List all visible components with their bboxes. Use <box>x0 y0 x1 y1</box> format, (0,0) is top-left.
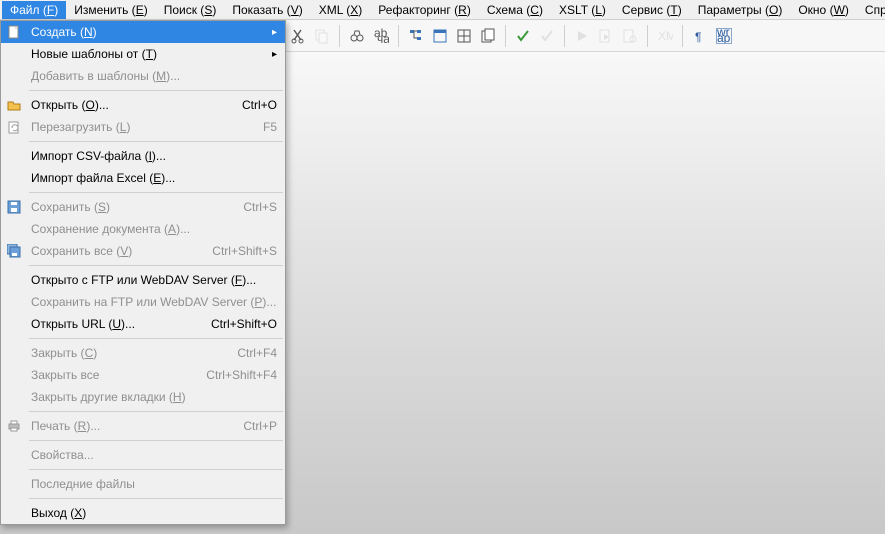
svg-text:¶: ¶ <box>695 30 701 44</box>
menu-accel: F <box>47 3 54 17</box>
tree-icon[interactable] <box>405 25 427 47</box>
menu-label: Сервис <box>622 3 663 17</box>
menu-сервис[interactable]: Сервис (T) <box>614 1 690 19</box>
menu-accel: L <box>595 3 602 17</box>
menu-label: Поиск <box>164 3 197 17</box>
toolbar-separator <box>505 25 506 47</box>
toolbar-separator <box>339 25 340 47</box>
menu-label: Параметры <box>698 3 762 17</box>
menu-label: Показать <box>232 3 283 17</box>
outline-icon[interactable] <box>429 25 451 47</box>
menuitem-label: Создать (N) <box>31 25 272 39</box>
menu-accel: R <box>458 3 467 17</box>
new-icon <box>6 24 22 40</box>
svg-text:XML: XML <box>658 29 673 43</box>
menu-label: Изменить <box>74 3 128 17</box>
pilcrow-icon[interactable]: ¶ <box>689 25 711 47</box>
menu-xml[interactable]: XML (X) <box>311 1 371 19</box>
svg-text:час: час <box>377 32 389 44</box>
menuitem[interactable]: Создать (N)▸ <box>1 21 285 43</box>
toolbar-separator <box>682 25 683 47</box>
menu-label: Окно <box>798 3 826 17</box>
copy-icon <box>311 25 333 47</box>
menu-accel: O <box>769 3 778 17</box>
menu-xslt[interactable]: XSLT (L) <box>551 1 614 19</box>
menu-label: XML <box>319 3 343 17</box>
menuitem-accel: N <box>84 25 93 39</box>
grid-icon[interactable] <box>453 25 475 47</box>
cut-icon[interactable] <box>287 25 309 47</box>
menu-accel: S <box>204 3 212 17</box>
content-area <box>0 52 885 534</box>
menu-файл[interactable]: Файл (F) <box>2 1 66 19</box>
menubar: Файл (F)Изменить (E)Поиск (S)Показать (V… <box>0 0 885 20</box>
toolbar-separator <box>564 25 565 47</box>
menu-label: XSLT <box>559 3 588 17</box>
debug-icon <box>619 25 641 47</box>
menu-показать[interactable]: Показать (V) <box>224 1 310 19</box>
sheets-icon[interactable] <box>477 25 499 47</box>
menu-окно[interactable]: Окно (W) <box>790 1 857 19</box>
validate-icon <box>536 25 558 47</box>
menu-label: Рефакторинг <box>378 3 451 17</box>
toolbar-separator <box>647 25 648 47</box>
menu-label: Схема <box>487 3 523 17</box>
svg-text:ap: ap <box>717 31 731 44</box>
menu-схема[interactable]: Схема (C) <box>479 1 551 19</box>
toolbar-separator <box>398 25 399 47</box>
menu-label: Файл <box>10 3 40 17</box>
find-icon[interactable] <box>346 25 368 47</box>
menu-accel: X <box>350 3 358 17</box>
replace-icon[interactable]: abчас <box>370 25 392 47</box>
menu-параметры[interactable]: Параметры (O) <box>690 1 791 19</box>
menu-поиск[interactable]: Поиск (S) <box>156 1 225 19</box>
menu-accel: T <box>670 3 677 17</box>
transform-icon <box>595 25 617 47</box>
menu-accel: V <box>291 3 299 17</box>
menu-accel: W <box>834 3 845 17</box>
xml-icon: XML <box>654 25 676 47</box>
submenu-arrow-icon: ▸ <box>272 27 277 38</box>
wrap-icon[interactable]: wrap <box>713 25 735 47</box>
check-icon[interactable] <box>512 25 534 47</box>
run-icon <box>571 25 593 47</box>
menu-справка[interactable]: Справка (H) <box>857 1 885 19</box>
menu-label: Справка <box>865 3 885 17</box>
menu-изменить[interactable]: Изменить (E) <box>66 1 156 19</box>
menu-рефакторинг[interactable]: Рефакторинг (R) <box>370 1 479 19</box>
menu-accel: E <box>136 3 144 17</box>
menu-accel: C <box>530 3 539 17</box>
